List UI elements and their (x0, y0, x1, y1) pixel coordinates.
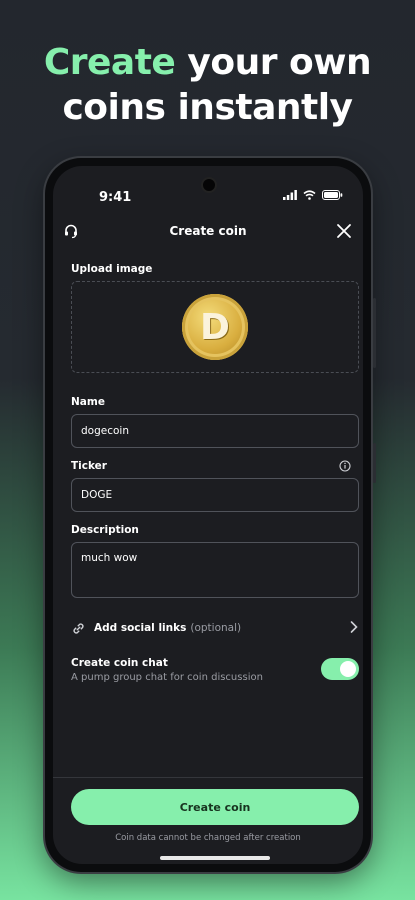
coin-image-preview: D (182, 294, 248, 360)
toggle-knob (340, 661, 356, 677)
ticker-input[interactable]: DOGE (71, 478, 359, 512)
create-coin-button[interactable]: Create coin (71, 789, 359, 825)
create-coin-chat-label: Create coin chat (71, 657, 168, 669)
headline-line-1: Create your own (0, 40, 415, 85)
signal-icon (283, 190, 297, 200)
optional-hint: (optional) (190, 622, 242, 634)
add-social-links-label: Add social links (94, 622, 187, 634)
headline-rest: your own (175, 42, 372, 83)
status-time: 9:41 (99, 190, 132, 205)
create-coin-chat-description: A pump group chat for coin discussion (71, 672, 263, 683)
home-indicator (160, 856, 270, 860)
screen-title: Create coin (169, 224, 247, 238)
top-bar: Create coin (53, 216, 363, 248)
ticker-label: Ticker (71, 460, 107, 472)
upload-image-label: Upload image (71, 263, 153, 275)
description-textarea[interactable]: much wow (71, 542, 359, 598)
app-screen: 9:41 Create coin Upload image D Name dog… (53, 166, 363, 864)
coin-chat-toggle[interactable] (321, 658, 359, 680)
coin-logo-letter: D (200, 307, 230, 348)
volume-button (373, 443, 376, 483)
name-label: Name (71, 396, 105, 408)
upload-image-dropzone[interactable]: D (71, 281, 359, 373)
front-camera (201, 177, 217, 193)
chevron-right-icon (350, 621, 358, 633)
headline-accent: Create (43, 42, 176, 83)
phone-frame: 9:41 Create coin Upload image D Name dog… (45, 158, 376, 872)
creation-footnote: Coin data cannot be changed after creati… (115, 833, 301, 843)
footer-divider (53, 777, 363, 778)
close-icon[interactable] (335, 222, 353, 240)
link-icon (73, 622, 84, 634)
description-label: Description (71, 524, 139, 536)
status-bar: 9:41 (53, 166, 363, 210)
power-button (373, 298, 376, 368)
battery-icon (322, 190, 343, 200)
info-icon[interactable] (339, 460, 351, 472)
wifi-icon (303, 190, 316, 200)
promo-headline: Create your own coins instantly (0, 40, 415, 130)
name-input[interactable]: dogecoin (71, 414, 359, 448)
add-social-links-row[interactable]: Add social links (optional) (71, 618, 359, 638)
headline-line-2: coins instantly (62, 87, 353, 128)
status-icons (283, 190, 343, 200)
